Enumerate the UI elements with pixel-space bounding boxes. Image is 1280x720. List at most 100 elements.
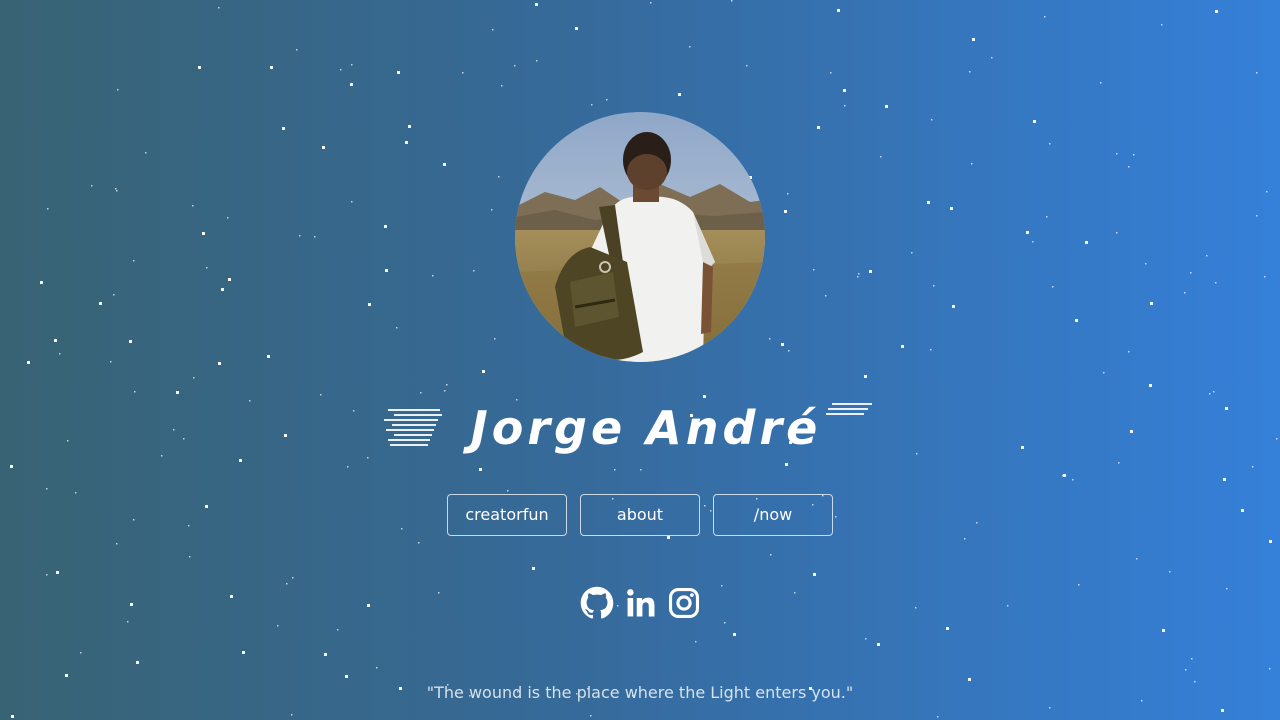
- star: [1062, 475, 1064, 477]
- page-background: Jorge André creatorfun about /now "The w…: [0, 0, 1280, 720]
- star: [130, 603, 133, 606]
- star: [491, 209, 493, 211]
- star: [205, 505, 208, 508]
- star: [206, 267, 208, 269]
- star: [353, 410, 355, 412]
- star: [787, 193, 789, 195]
- star: [1049, 143, 1051, 145]
- star: [189, 556, 191, 558]
- star: [47, 208, 49, 210]
- star: [784, 210, 787, 213]
- star: [405, 141, 408, 144]
- star: [1130, 430, 1133, 433]
- social-links: [580, 586, 704, 622]
- star: [1128, 351, 1130, 353]
- star: [314, 236, 316, 238]
- star: [535, 3, 538, 6]
- star: [1266, 191, 1268, 193]
- nav-buttons: creatorfun about /now: [447, 494, 833, 536]
- nav-button-creatorfun[interactable]: creatorfun: [447, 494, 567, 536]
- star: [46, 488, 48, 490]
- star: [351, 201, 353, 203]
- star: [844, 105, 846, 107]
- star: [950, 207, 953, 210]
- star: [650, 2, 652, 4]
- star: [930, 349, 932, 351]
- star: [136, 661, 139, 664]
- star: [367, 604, 370, 607]
- star: [145, 152, 147, 154]
- star: [1049, 707, 1051, 709]
- star: [239, 459, 242, 462]
- star: [877, 643, 880, 646]
- star: [817, 126, 820, 129]
- star: [267, 355, 270, 358]
- star: [1007, 605, 1009, 607]
- star: [952, 305, 955, 308]
- star: [418, 542, 420, 544]
- star: [133, 519, 135, 521]
- nav-button-about[interactable]: about: [580, 494, 700, 536]
- star: [176, 391, 179, 394]
- star: [857, 276, 859, 278]
- star: [193, 377, 195, 379]
- star: [242, 651, 245, 654]
- linkedin-link[interactable]: [624, 586, 658, 620]
- star: [1191, 658, 1193, 660]
- star: [1256, 72, 1258, 74]
- star: [1213, 391, 1215, 393]
- star: [1026, 231, 1029, 234]
- star: [65, 674, 68, 677]
- star: [1136, 558, 1138, 560]
- star: [1141, 700, 1143, 702]
- star: [444, 390, 446, 392]
- star: [99, 302, 102, 305]
- star: [75, 492, 77, 494]
- star: [1032, 241, 1034, 243]
- star: [322, 146, 325, 149]
- star: [80, 652, 82, 654]
- github-icon: [580, 586, 614, 619]
- star: [837, 9, 840, 12]
- star: [1269, 668, 1271, 670]
- star: [1161, 24, 1163, 26]
- star: [1150, 302, 1153, 305]
- star: [376, 667, 378, 669]
- star: [420, 392, 422, 394]
- star: [1206, 255, 1208, 257]
- star: [858, 273, 860, 275]
- star: [56, 571, 59, 574]
- star: [1190, 272, 1192, 274]
- star: [443, 163, 446, 166]
- star: [769, 338, 771, 340]
- star: [885, 105, 888, 108]
- star: [396, 327, 398, 329]
- star: [218, 7, 220, 9]
- star: [492, 29, 494, 31]
- star: [113, 294, 115, 296]
- star: [733, 633, 736, 636]
- linkedin-icon: [627, 589, 655, 617]
- star: [830, 72, 832, 74]
- star: [115, 188, 117, 190]
- star: [514, 65, 516, 67]
- instagram-link[interactable]: [667, 586, 701, 620]
- star: [270, 66, 273, 69]
- star: [770, 554, 772, 556]
- star: [347, 466, 349, 468]
- star: [575, 27, 578, 30]
- star: [1085, 241, 1088, 244]
- star: [282, 127, 285, 130]
- star: [1185, 669, 1187, 671]
- star: [813, 269, 815, 271]
- star: [901, 345, 904, 348]
- nav-button-now[interactable]: /now: [713, 494, 833, 536]
- star: [1264, 276, 1266, 278]
- github-link[interactable]: [580, 586, 614, 620]
- star: [869, 270, 872, 273]
- star: [482, 370, 485, 373]
- star: [1100, 82, 1102, 84]
- star: [340, 69, 342, 71]
- star: [230, 595, 233, 598]
- star: [446, 384, 448, 386]
